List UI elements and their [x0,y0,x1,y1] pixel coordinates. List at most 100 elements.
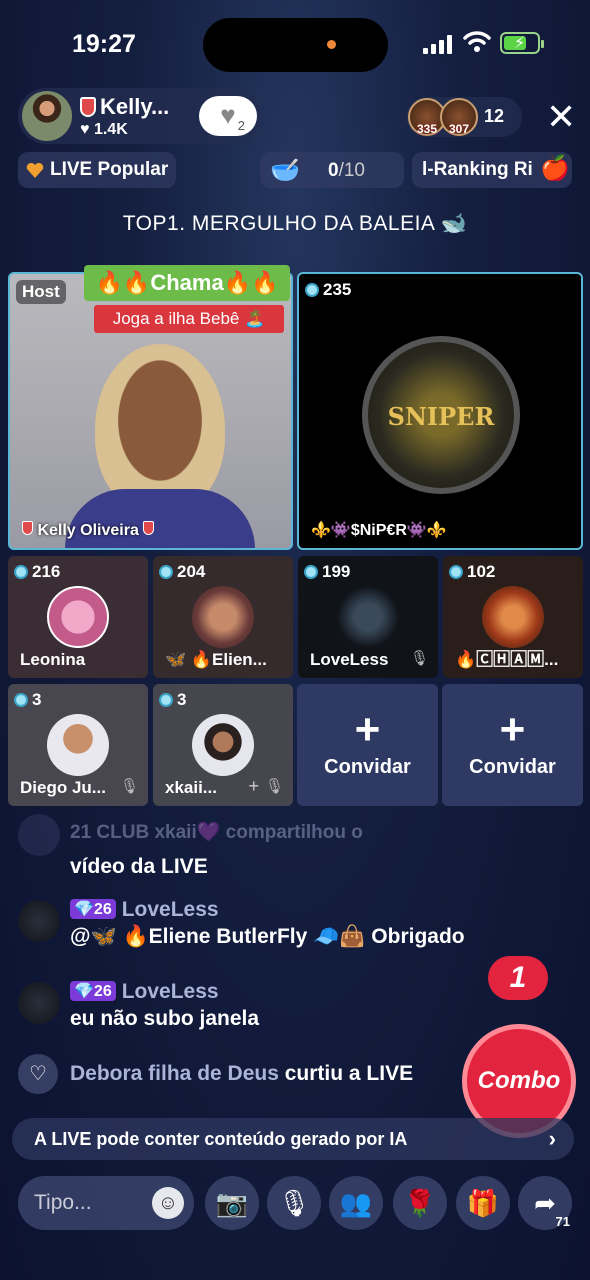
gem-icon [14,565,28,579]
host-avatar[interactable] [22,91,72,141]
seat-avatar [47,714,109,776]
camera-off-button[interactable]: 📷 [205,1176,259,1230]
bowl-icon: 🥣 [270,156,300,184]
plus-icon: + [499,705,526,754]
seat-tile[interactable]: 204 🦋 🔥Elien... [153,556,293,678]
guest-score: 235 [305,280,351,300]
seat-avatar [47,586,109,648]
broken-heart-icon [26,162,44,178]
seat-score: 3 [14,690,41,710]
like-user: Debora filha de Deus [70,1062,279,1085]
gem-icon [449,565,463,579]
seat-tile[interactable]: 199 LoveLess 🎙 [298,556,438,678]
guests-button[interactable]: 👥 [329,1176,383,1230]
status-bar: 19:27 ⚡ [0,0,590,90]
sniper-logo-image: SNIPER [362,336,520,494]
seat-name: 🦋 🔥Elien... [165,650,267,669]
comment-input-pill[interactable]: ☺ [18,1176,194,1230]
rose-gift-button[interactable]: 🌹 [393,1176,447,1230]
invite-label: Convidar [469,756,556,778]
follow-heart-button[interactable]: ♥ 2 [199,96,257,136]
chat-text: @🦋 🔥Eliene ButlerFly 🧢👜 Obrigado [70,925,465,948]
chat-message[interactable]: 💎26 LoveLess @🦋 🔥Eliene ButlerFly 🧢👜 Obri… [18,898,573,952]
plus-icon: + [354,705,381,754]
gem-icon [304,565,318,579]
share-arrow-icon: ➦ [534,1188,556,1218]
goal-pill[interactable]: 🥣 0/10 [260,152,404,188]
gem-icon [305,283,319,297]
seat-avatar [192,714,254,776]
seat-tile[interactable]: 3 xkaii... + 🎙 [153,684,293,806]
goal-total: /10 [338,160,365,181]
like-text: curtiu a LIVE [284,1062,414,1085]
signal-icon [423,34,452,54]
live-popular-label: LIVE Popular [50,159,169,180]
chat-username: LoveLess [121,980,219,1003]
viewer-avatar[interactable]: 307 [440,98,478,136]
guests-icon: 👥 [339,1188,373,1218]
joga-banner: Joga a ilha Bebê 🏝️ [94,305,284,333]
comment-input[interactable] [34,1189,144,1217]
mic-button[interactable]: 🎙 [267,1176,321,1230]
emoji-icon[interactable]: ☺ [152,1187,184,1219]
invite-label: Convidar [324,756,411,778]
mic-muted-icon: 🎙 [120,778,140,795]
seat-name: xkaii... [165,778,217,797]
shield-badge-icon [80,97,96,117]
invite-button[interactable]: + Convidar [442,684,583,806]
close-icon[interactable]: ✕ [546,99,576,135]
host-name: Kelly... [100,94,170,119]
gift-button[interactable]: 🎁 [456,1176,510,1230]
seat-name: Diego Ju... [20,778,106,797]
live-headline: TOP1. MERGULHO DA BALEIA 🐋 [122,212,468,235]
share-count: 71 [555,1214,570,1229]
host-info-pill[interactable]: Kelly... ♥ 1.4K ♥ 2 [18,88,261,144]
seat-score: 216 [14,562,60,582]
invite-button[interactable]: + Convidar [297,684,438,806]
seat-tile[interactable]: 102 🔥🄲🄷🄰🄼... [443,556,583,678]
add-icon[interactable]: + [248,776,259,797]
host-tag: Host [16,280,66,304]
share-icon [18,814,60,856]
chat-avatar[interactable] [18,900,60,942]
guest-video-tile[interactable]: 235 SNIPER ⚜️👾$NiP€R👾⚜️ [297,272,583,550]
seat-score: 204 [159,562,205,582]
ai-content-banner[interactable]: A LIVE pode conter conteúdo gerado por I… [12,1118,574,1160]
guest-tile-name: ⚜️👾$NiP€R👾⚜️ [311,522,447,539]
chat-faded-line: vídeo da LIVE [70,855,208,878]
host-body-image [65,489,255,548]
seat-avatar [192,586,254,648]
seat-name: LoveLess [310,650,389,669]
heart-count: 2 [237,118,245,133]
status-time: 19:27 [72,30,136,58]
seat-tile[interactable]: 3 Diego Ju... 🎙 [8,684,148,806]
chama-banner: 🔥🔥Chama🔥🔥 [84,265,290,301]
ranking-label: l-Ranking Ri [422,159,533,180]
viewer-count: 12 [484,106,505,126]
live-popular-pill[interactable]: LIVE Popular [18,152,176,188]
mic-muted-icon: 🎙 [410,650,430,667]
seat-score: 199 [304,562,350,582]
chevron-right-icon: › [548,1126,556,1151]
seat-name: Leonina [20,650,86,669]
share-button[interactable]: ➦ 71 [518,1176,572,1230]
mic-muted-icon: 🎙 [265,778,285,795]
gem-icon [159,693,173,707]
seat-avatar [482,586,544,648]
viewers-pill[interactable]: 335 307 12 [406,97,522,137]
host-likes: ♥ 1.4K [80,121,128,138]
ranking-pill[interactable]: l-Ranking Ri 🍎 [412,152,572,188]
host-tile-name: Kelly Oliveira [22,521,155,540]
seat-tile[interactable]: 216 Leonina [8,556,148,678]
gem-icon [14,693,28,707]
level-badge: 💎26 [70,981,116,1001]
seat-score: 3 [159,690,186,710]
heart-outline-icon: ♡ [18,1054,58,1094]
combo-count: 1 [488,956,548,1000]
seat-avatar [337,586,399,648]
chat-text: eu não subo janela [70,1007,260,1030]
seat-score: 102 [449,562,495,582]
rose-icon: 🌹 [403,1188,437,1218]
chat-avatar[interactable] [18,982,60,1024]
microphone-icon: 🎙 [277,1188,311,1218]
